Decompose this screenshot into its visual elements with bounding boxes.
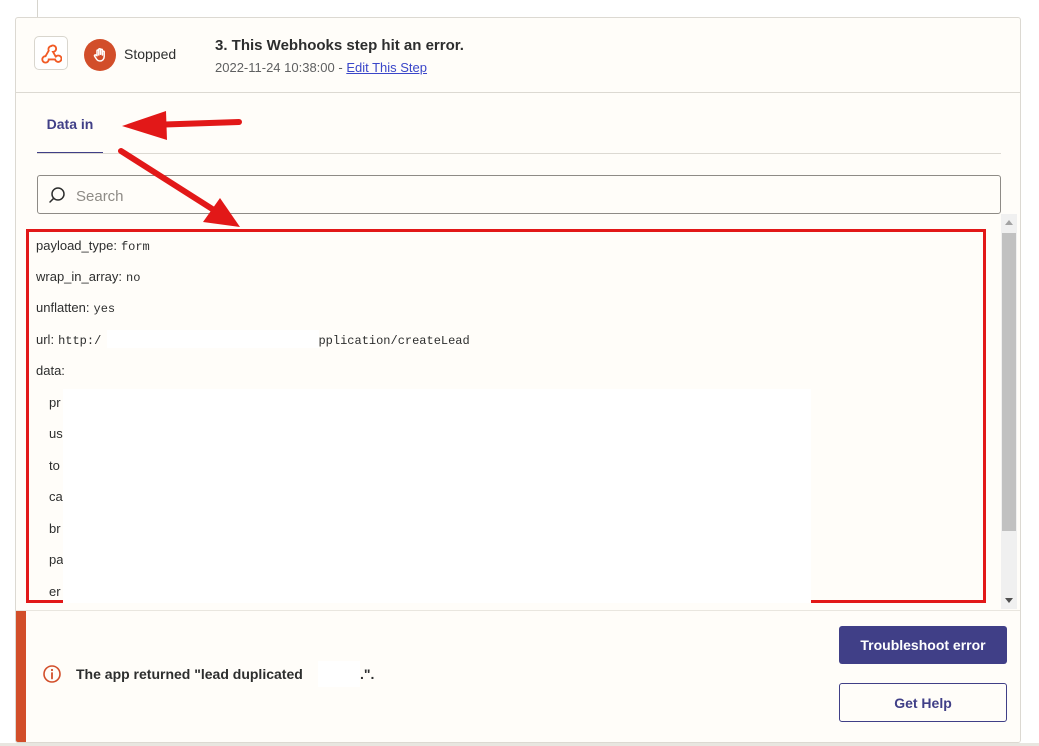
- status-label: Stopped: [124, 46, 177, 62]
- data-in-pane: payload_type: form wrap_in_array: no unfla…: [26, 229, 986, 603]
- step-timestamp: 2022-11-24 10:38:00: [215, 60, 335, 75]
- error-message-end: .".: [360, 666, 375, 682]
- search-icon: [49, 187, 65, 203]
- field-value: no: [126, 271, 141, 285]
- tab-divider: [37, 153, 1001, 154]
- field-key: unflatten:: [36, 300, 90, 315]
- scroll-up-arrow[interactable]: [1005, 220, 1013, 225]
- webhook-icon: [34, 36, 68, 70]
- redacted-region: [107, 330, 319, 348]
- edit-step-link[interactable]: Edit This Step: [346, 60, 427, 75]
- data-child-key: br: [49, 521, 61, 536]
- field-value-suffix: application/createLead: [311, 334, 470, 348]
- field-wrap-in-array: wrap_in_array: no: [36, 269, 140, 285]
- data-child-key: er: [49, 584, 61, 599]
- redacted-region: [63, 389, 811, 603]
- field-value: http:/: [58, 334, 102, 348]
- step-meta: 2022-11-24 10:38:00 - Edit This Step: [215, 60, 427, 75]
- field-key: wrap_in_array:: [36, 269, 122, 284]
- scroll-down-arrow[interactable]: [1005, 598, 1013, 603]
- error-accent-bar: [16, 611, 26, 742]
- redacted-region: [318, 661, 360, 687]
- info-circle-icon: [43, 665, 61, 683]
- divider: [37, 0, 38, 18]
- data-child-key: pa: [49, 552, 63, 567]
- search-input[interactable]: [74, 185, 978, 207]
- get-help-button[interactable]: Get Help: [839, 683, 1007, 722]
- error-message: The app returned "lead duplicated: [76, 666, 303, 682]
- data-child-key: pr: [49, 395, 61, 410]
- data-child-key: ca: [49, 489, 63, 504]
- data-scrollbar[interactable]: [1001, 214, 1017, 609]
- hand-stop-icon: [84, 39, 116, 71]
- field-data: data:: [36, 363, 65, 378]
- field-value: yes: [93, 302, 116, 316]
- meta-separator: -: [334, 60, 347, 75]
- step-header: Stopped 3. This Webhooks step hit an err…: [16, 18, 1020, 93]
- field-payload-type: payload_type: form: [36, 238, 150, 254]
- search-box: [37, 175, 1001, 214]
- step-card: Stopped 3. This Webhooks step hit an err…: [15, 17, 1021, 743]
- troubleshoot-error-button[interactable]: Troubleshoot error: [839, 626, 1007, 664]
- data-child-key: to: [49, 458, 60, 473]
- field-unflatten: unflatten: yes: [36, 300, 115, 316]
- field-key: url:: [36, 332, 55, 347]
- field-value: form: [120, 240, 150, 254]
- data-child-key: us: [49, 426, 63, 441]
- field-key: payload_type:: [36, 238, 117, 253]
- error-panel: The app returned "lead duplicated .". Tr…: [16, 610, 1020, 742]
- step-title: 3. This Webhooks step hit an error.: [215, 37, 464, 54]
- scroll-thumb[interactable]: [1002, 233, 1016, 531]
- tab-data-in[interactable]: Data in: [37, 109, 103, 154]
- top-strip: [0, 0, 1039, 18]
- field-key: data:: [36, 363, 65, 378]
